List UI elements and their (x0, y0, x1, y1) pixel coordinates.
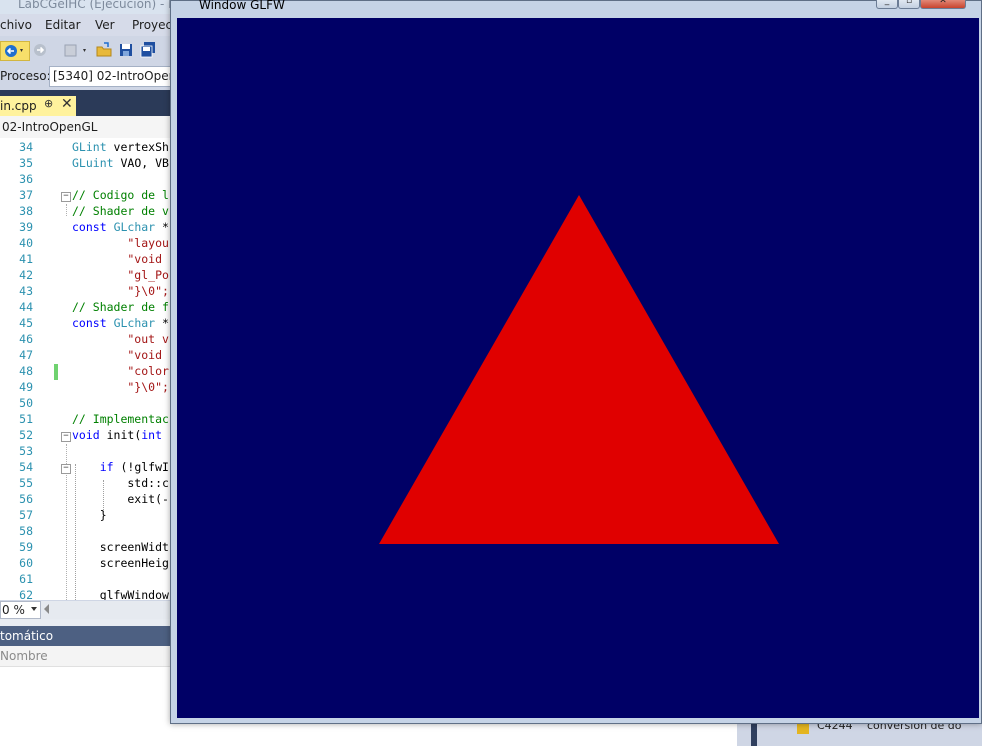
code-text: const GLchar * (72, 220, 169, 234)
save-icon (120, 44, 132, 56)
line-number: 50 (19, 396, 33, 410)
pin-icon[interactable]: ⊕ (44, 97, 53, 110)
menu-ver[interactable]: Ver (95, 18, 115, 32)
code-text: void init(int (72, 428, 163, 442)
close-button[interactable]: ✕ (920, 0, 966, 9)
code-text: // Codigo de l (72, 188, 169, 202)
save-all-icon (140, 42, 155, 58)
line-number: 46 (19, 332, 33, 346)
line-number: 43 (19, 284, 33, 298)
menu-archivo[interactable]: chivo (0, 18, 32, 32)
line-number: 34 (19, 140, 33, 154)
glfw-title-text: Window GLFW (199, 0, 285, 12)
line-number: 57 (19, 508, 33, 522)
back-button[interactable] (0, 41, 30, 61)
save-button[interactable] (118, 41, 134, 59)
code-text: screenHeig (72, 556, 169, 570)
line-number: 49 (19, 380, 33, 394)
maximize-button[interactable]: ▫ (898, 0, 920, 9)
back-arrow-icon (5, 45, 23, 57)
menu-editar[interactable]: Editar (45, 18, 81, 32)
scope-dropdown[interactable]: 02-IntroOpenGL (2, 120, 98, 134)
forward-button[interactable] (32, 41, 48, 59)
opengl-canvas[interactable] (177, 18, 979, 718)
forward-arrow-icon (34, 44, 46, 56)
code-text: glfwWindow (72, 588, 169, 600)
line-number: 38 (19, 204, 33, 218)
code-text: // Implementac (72, 412, 169, 426)
line-number: 35 (19, 156, 33, 170)
open-folder-icon (96, 42, 112, 57)
line-number: 39 (19, 220, 33, 234)
code-text: exit(- (72, 492, 169, 506)
menu-proyecto[interactable]: Proyec (132, 18, 172, 32)
minimize-button[interactable]: _ (876, 0, 898, 9)
render-surface (177, 18, 979, 718)
save-all-button[interactable] (139, 41, 157, 59)
line-number: 53 (19, 444, 33, 458)
code-text: "void (72, 348, 169, 362)
autos-name-column[interactable]: Nombre (0, 649, 48, 663)
code-text: "void (72, 252, 169, 266)
line-number: 36 (19, 172, 33, 186)
vs-title-text: LabCGeIHC (Ejecución) - Mic (18, 0, 189, 11)
code-text: screenWidt (72, 540, 169, 554)
line-number: 45 (19, 316, 33, 330)
glfw-window[interactable]: Window GLFW _ ▫ ✕ (170, 0, 982, 724)
code-text: "}\0"; (72, 284, 169, 298)
code-text: GLint vertexSh (72, 140, 169, 154)
zoom-dropdown-icon[interactable] (31, 607, 37, 611)
new-project-icon (64, 44, 86, 57)
code-text: // Shader de v (72, 204, 169, 218)
code-text: const GLchar * (72, 316, 169, 330)
code-text: "}\0"; (72, 380, 169, 394)
line-number: 58 (19, 524, 33, 538)
line-number: 62 (19, 588, 33, 600)
code-text: "layou (72, 236, 169, 250)
tab-label: in.cpp (0, 99, 37, 113)
line-number: 52 (19, 428, 33, 442)
minimize-icon: _ (884, 0, 890, 6)
code-text: "out v (72, 332, 169, 346)
line-number: 44 (19, 300, 33, 314)
maximize-icon: ▫ (905, 0, 913, 6)
line-number: 48 (19, 364, 33, 378)
scroll-left-icon[interactable] (44, 604, 49, 614)
code-text: // Shader de f (72, 300, 169, 314)
line-number: 42 (19, 268, 33, 282)
line-number: 59 (19, 540, 33, 554)
close-icon: ✕ (939, 0, 947, 6)
line-number: 47 (19, 348, 33, 362)
new-project-button[interactable] (62, 41, 92, 59)
line-number: 40 (19, 236, 33, 250)
tab-main-cpp[interactable]: in.cpp ⊕ ✕ (0, 96, 76, 116)
line-number: 54 (19, 460, 33, 474)
line-number: 51 (19, 412, 33, 426)
code-text: "color (72, 364, 169, 378)
line-number: 41 (19, 252, 33, 266)
code-text: if (!glfwI (99, 460, 169, 474)
close-tab-icon[interactable]: ✕ (61, 96, 73, 112)
process-label: Proceso: (0, 69, 51, 83)
line-number: 56 (19, 492, 33, 506)
open-file-button[interactable] (95, 41, 113, 59)
code-text: } (72, 508, 107, 522)
code-text: "gl_Po (72, 268, 169, 282)
line-number: 60 (19, 556, 33, 570)
code-text: std::c (72, 476, 169, 490)
line-number: 61 (19, 572, 33, 586)
code-text: GLuint VAO, VB (72, 156, 169, 170)
line-number: 37 (19, 188, 33, 202)
line-number: 55 (19, 476, 33, 490)
autos-title: tomático (0, 629, 54, 643)
glfw-title-bar[interactable]: Window GLFW _ ▫ ✕ (171, 0, 981, 17)
